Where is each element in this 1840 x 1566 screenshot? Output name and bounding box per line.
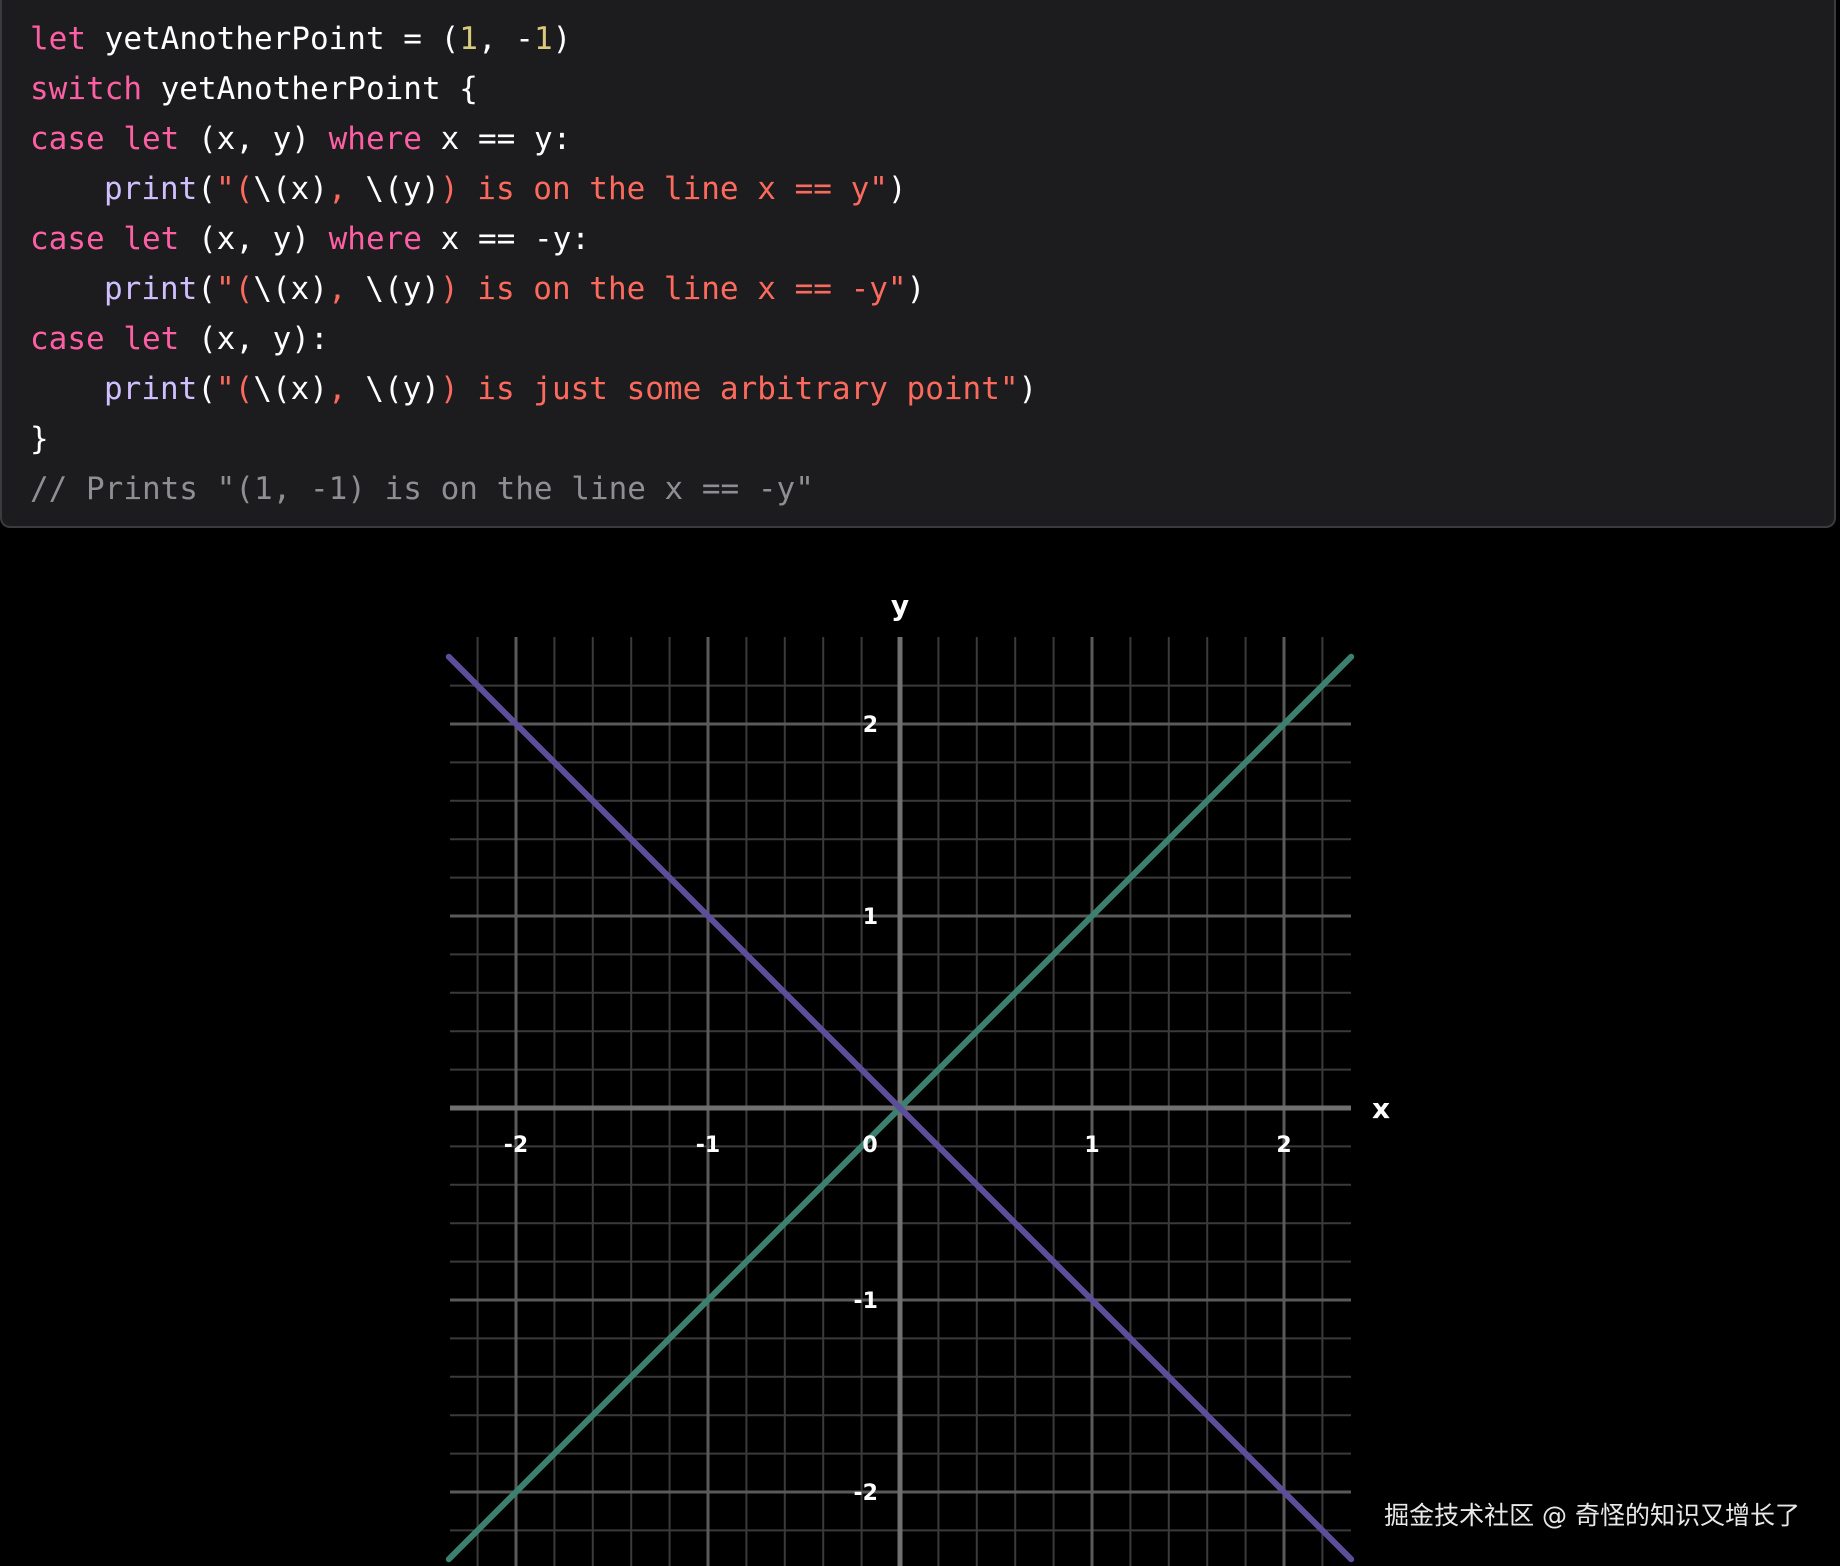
x-axis-label: x [1372,1092,1390,1125]
x-tick-label: 1 [1084,1133,1099,1158]
y-tick-label: 2 [863,713,878,738]
x-tick-label: 0 [862,1133,877,1158]
x-tick-label: 2 [1276,1133,1291,1158]
y-axis-label: y [891,589,909,622]
y-tick-label: 1 [863,905,878,930]
coordinate-plot: -2 -1 0 1 2 -2 -1 1 2 x y [445,589,1390,1566]
y-tick-label: -1 [854,1289,878,1314]
x-tick-label: -2 [504,1133,528,1158]
y-tick-label: -2 [854,1481,878,1506]
x-tick-label: -1 [696,1133,720,1158]
watermark: 掘金技术社区 @ 奇怪的知识又增长了 [1384,1501,1800,1530]
